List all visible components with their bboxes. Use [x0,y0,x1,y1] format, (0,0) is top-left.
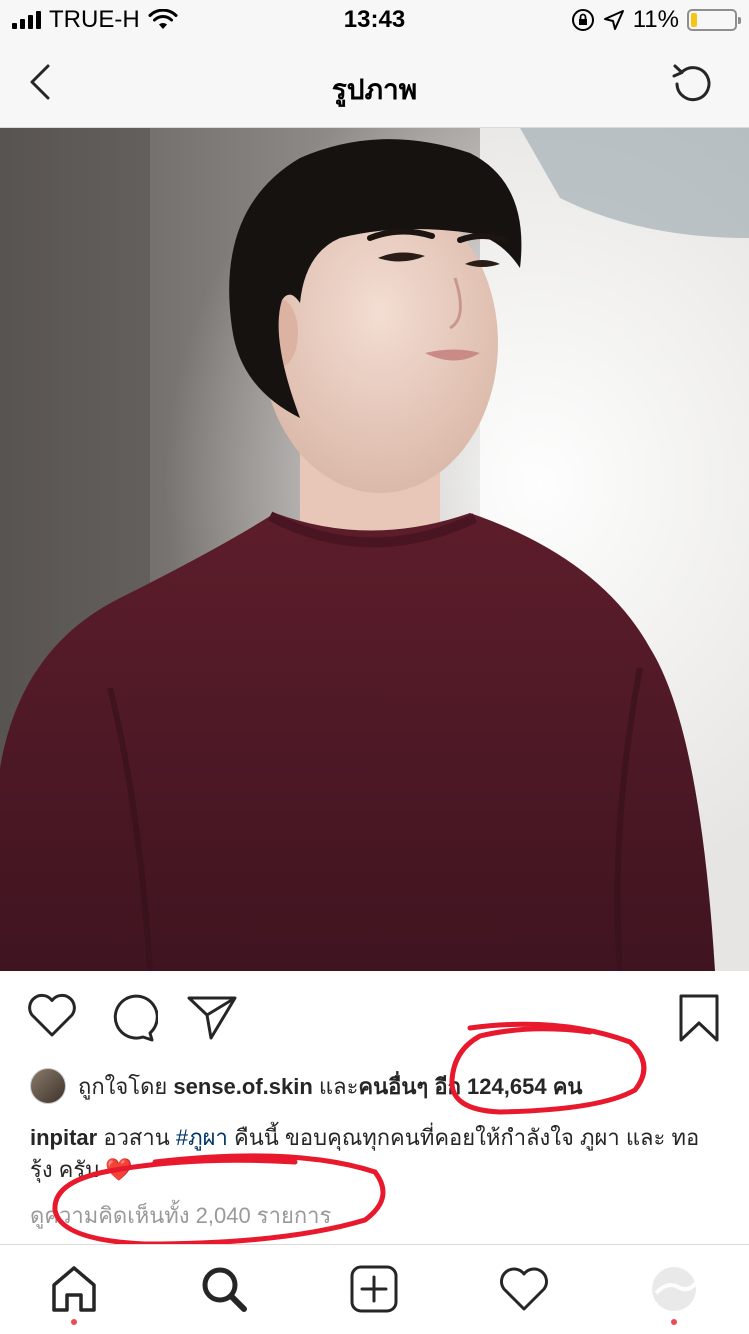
caption-hashtag[interactable]: #ภูผา [176,1125,228,1150]
status-right: 11% [571,6,741,34]
likes-text: ถูกใจโดย sense.of.skin และคนอื่นๆ อีก 12… [78,1069,582,1104]
battery-percent: 11% [632,6,679,33]
liker-username[interactable]: sense.of.skin [173,1074,312,1099]
likes-unit: คน [552,1073,583,1099]
view-all-comments-link[interactable]: ดูความคิดเห็นทั้ง 2,040 รายการ [30,1198,331,1233]
profile-notification-dot [671,1319,677,1325]
status-bar: TRUE-H 13:43 11% [0,0,749,42]
caption-text-before: อวสาน [103,1125,170,1150]
post-caption: inpitar อวสาน #ภูผา คืนนี้ ขอบคุณทุกคนที… [30,1122,720,1186]
orientation-lock-icon [571,9,594,31]
post-photo[interactable] [0,128,749,971]
battery-icon [687,9,741,31]
location-arrow-icon [603,10,624,30]
search-icon[interactable] [198,1263,250,1315]
profile-icon[interactable] [648,1263,700,1315]
activity-icon[interactable] [498,1263,550,1315]
likes-others-link[interactable]: คนอื่นๆ อีก 124,654 คน [358,1074,582,1099]
home-notification-dot [71,1319,77,1325]
likes-summary: ถูกใจโดย sense.of.skin และคนอื่นๆ อีก 12… [30,1068,730,1104]
add-post-icon[interactable] [348,1263,400,1315]
page-title: รูปภาพ [331,74,418,105]
heart-icon[interactable] [26,993,78,1039]
caption-username[interactable]: inpitar [30,1125,97,1150]
likes-count-prefix: อีก [434,1073,461,1099]
refresh-icon[interactable] [667,58,719,110]
post-actions [0,971,749,1061]
likes-others: คนอื่นๆ [358,1073,429,1099]
liker-avatar[interactable] [30,1068,66,1104]
comment-icon[interactable] [106,993,158,1043]
home-icon[interactable] [48,1263,100,1315]
bottom-tab-bar [0,1244,749,1334]
heart-emoji: ❤️ [105,1157,133,1182]
likes-prefix: ถูกใจโดย [78,1073,168,1099]
likes-middle: และ [318,1073,359,1099]
navigation-bar: รูปภาพ [0,42,749,128]
bookmark-icon[interactable] [678,993,720,1043]
likes-count: 124,654 [467,1073,547,1099]
share-icon[interactable] [186,993,238,1041]
